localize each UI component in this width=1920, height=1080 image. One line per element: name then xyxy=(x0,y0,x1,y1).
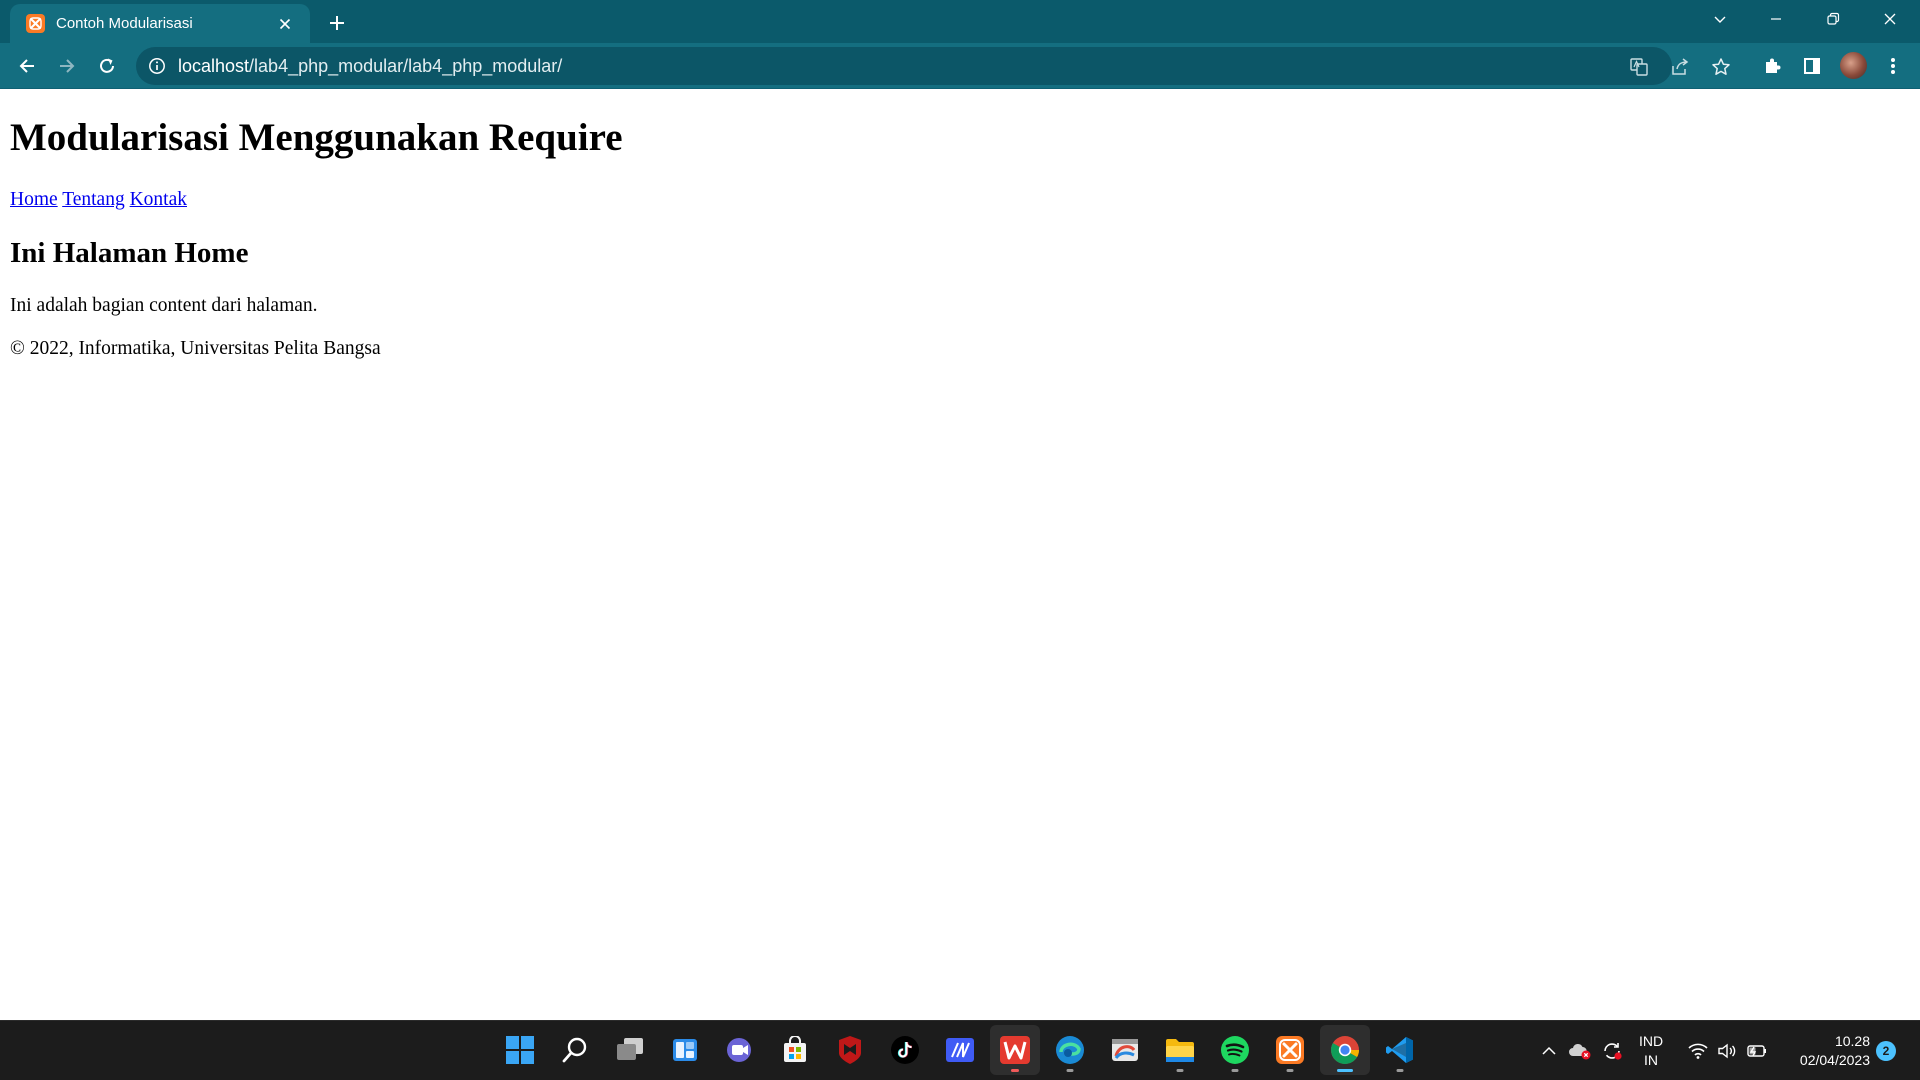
search-icon[interactable] xyxy=(550,1025,600,1075)
nav-link-kontak[interactable]: Kontak xyxy=(130,189,187,210)
page-nav: Home Tentang Kontak xyxy=(10,189,187,211)
restore-icon[interactable] xyxy=(1805,0,1861,38)
teams-chat-icon[interactable] xyxy=(715,1025,765,1075)
clock-time: 10.28 xyxy=(1834,1033,1870,1049)
paint-icon[interactable] xyxy=(1100,1025,1150,1075)
volume-icon[interactable] xyxy=(1714,1021,1740,1080)
windows-taskbar: IND IN 10.28 02/04/2023 2 xyxy=(0,1020,1920,1080)
more-menu-icon[interactable] xyxy=(1878,51,1908,81)
address-bar[interactable]: localhost/lab4_php_modular/lab4_php_modu… xyxy=(136,47,1730,85)
minimize-icon[interactable] xyxy=(1748,0,1804,38)
mcafee-icon[interactable] xyxy=(825,1025,875,1075)
input-language-indicator[interactable]: IND IN xyxy=(1636,1032,1666,1070)
tab-strip: Contoh Modularisasi xyxy=(0,0,1920,43)
section-heading: Ini Halaman Home xyxy=(10,237,249,269)
nav-link-home[interactable]: Home xyxy=(10,189,58,210)
site-info-icon[interactable] xyxy=(148,57,166,75)
tab-title: Contoh Modularisasi xyxy=(56,15,193,32)
running-indicator xyxy=(1396,1069,1404,1072)
close-window-icon[interactable] xyxy=(1862,0,1918,38)
page-viewport: Modularisasi Menggunakan Require Home Te… xyxy=(0,89,1920,1020)
vscode-icon[interactable] xyxy=(1375,1025,1425,1075)
back-arrow-icon[interactable] xyxy=(11,50,43,82)
page-title: Modularisasi Menggunakan Require xyxy=(10,116,623,159)
url-host: localhost xyxy=(178,56,250,76)
new-tab-button[interactable] xyxy=(322,8,352,38)
language-line-1: IND xyxy=(1638,1033,1664,1049)
sync-icon[interactable] xyxy=(1598,1021,1626,1080)
windows-start-icon[interactable] xyxy=(495,1025,545,1075)
translate-icon[interactable] xyxy=(1626,54,1652,80)
wps-office-icon[interactable] xyxy=(990,1025,1040,1075)
notification-badge[interactable]: 2 xyxy=(1876,1041,1896,1061)
running-indicator xyxy=(1231,1069,1239,1072)
battery-charging-icon[interactable] xyxy=(1743,1021,1769,1080)
browser-tab[interactable]: Contoh Modularisasi xyxy=(10,4,310,43)
side-panel-icon[interactable] xyxy=(1797,51,1827,81)
file-explorer-icon[interactable] xyxy=(1155,1025,1205,1075)
xampp-icon[interactable] xyxy=(1265,1025,1315,1075)
system-clock[interactable]: 10.28 02/04/2023 xyxy=(1778,1032,1870,1070)
task-view-icon[interactable] xyxy=(605,1025,655,1075)
running-indicator xyxy=(1066,1069,1074,1072)
xampp-icon xyxy=(26,14,45,33)
reload-icon[interactable] xyxy=(91,50,123,82)
page-footer: © 2022, Informatika, Universitas Pelita … xyxy=(10,338,381,359)
tiktok-icon[interactable] xyxy=(880,1025,930,1075)
chrome-icon[interactable] xyxy=(1320,1025,1370,1075)
onedrive-error-icon[interactable] xyxy=(1566,1021,1594,1080)
forward-arrow-icon[interactable] xyxy=(51,50,83,82)
language-line-2: IN xyxy=(1644,1052,1658,1068)
app-icon[interactable] xyxy=(935,1025,985,1075)
clock-date: 02/04/2023 xyxy=(1799,1052,1870,1068)
spotify-icon[interactable] xyxy=(1210,1025,1260,1075)
share-icon[interactable] xyxy=(1667,54,1693,80)
nav-link-tentang[interactable]: Tentang xyxy=(62,189,125,210)
running-indicator xyxy=(1176,1069,1184,1072)
bookmark-star-icon[interactable] xyxy=(1708,54,1734,80)
chevron-up-icon[interactable] xyxy=(1536,1021,1562,1080)
wifi-icon[interactable] xyxy=(1685,1021,1711,1080)
widgets-icon[interactable] xyxy=(660,1025,710,1075)
browser-toolbar: localhost/lab4_php_modular/lab4_php_modu… xyxy=(0,43,1920,89)
extensions-puzzle-icon[interactable] xyxy=(1757,51,1787,81)
edge-icon[interactable] xyxy=(1045,1025,1095,1075)
running-indicator xyxy=(1011,1069,1019,1072)
tab-search-chevron-icon[interactable] xyxy=(1692,0,1748,38)
running-indicator xyxy=(1337,1069,1353,1072)
running-indicator xyxy=(1286,1069,1294,1072)
url-text[interactable]: localhost/lab4_php_modular/lab4_php_modu… xyxy=(178,56,562,77)
url-path: /lab4_php_modular/lab4_php_modular/ xyxy=(249,56,563,76)
close-tab-icon[interactable] xyxy=(272,11,298,37)
content-paragraph: Ini adalah bagian content dari halaman. xyxy=(10,295,318,316)
microsoft-store-icon[interactable] xyxy=(770,1025,820,1075)
profile-avatar[interactable] xyxy=(1840,52,1867,79)
